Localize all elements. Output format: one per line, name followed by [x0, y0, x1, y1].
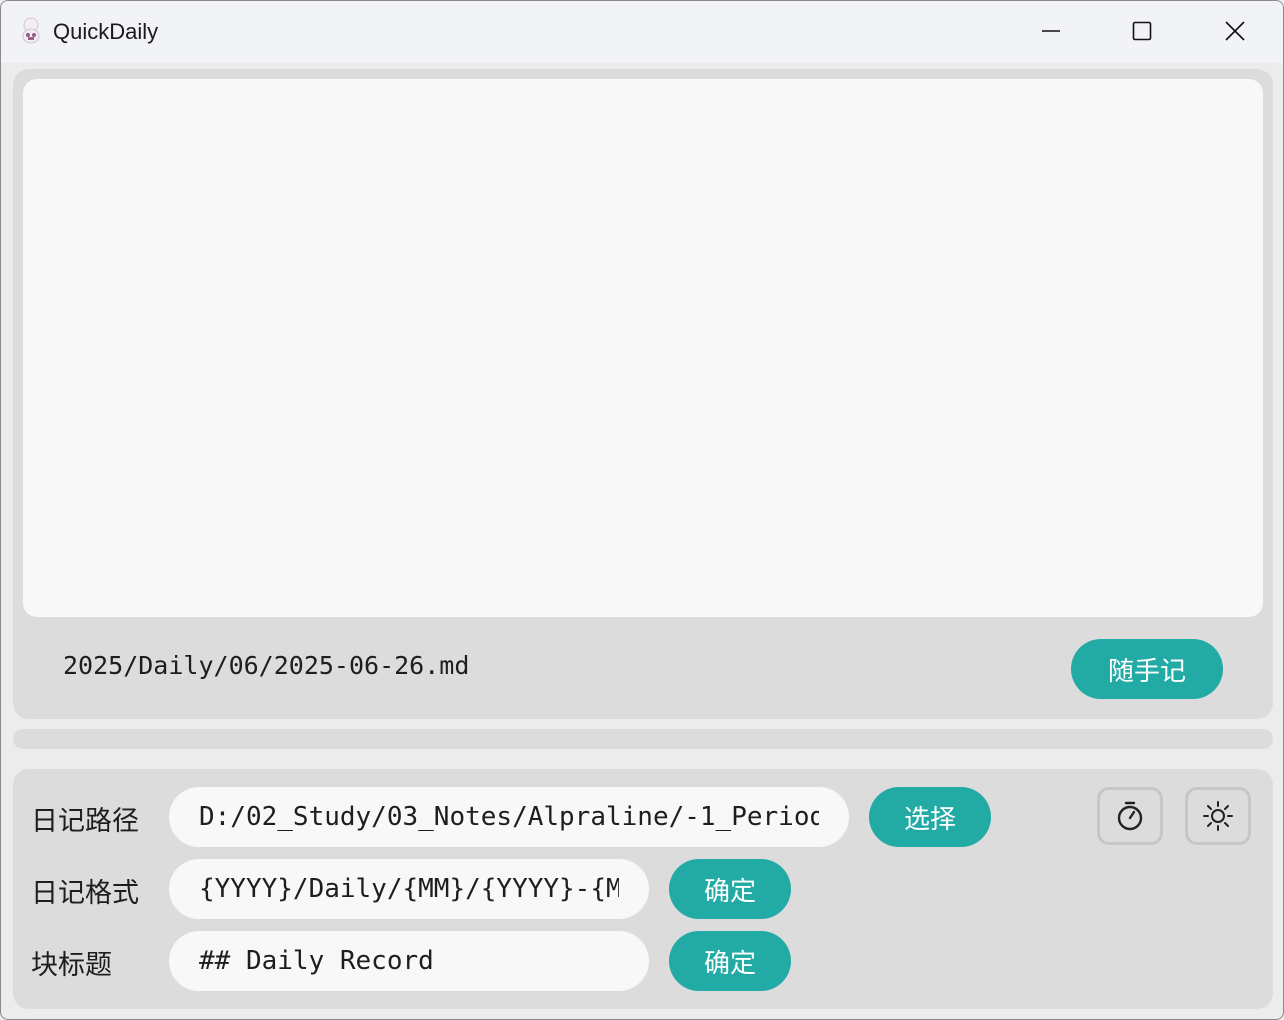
select-path-button[interactable]: 选择	[869, 787, 991, 847]
progress-bar	[13, 729, 1273, 749]
diary-format-value: {YYYY}/Daily/{MM}/{YYYY}-{MM	[199, 874, 619, 904]
current-file-path: 2025/Daily/06/2025-06-26.md	[63, 651, 470, 680]
minimize-icon	[1042, 30, 1060, 32]
block-title-value: ## Daily Record	[199, 946, 434, 976]
app-logo-icon	[22, 17, 40, 44]
theme-toggle-button[interactable]	[1185, 787, 1251, 845]
minimize-button[interactable]	[1028, 11, 1074, 51]
window-title: QuickDaily	[53, 19, 159, 44]
title-bar[interactable]: QuickDaily	[1, 1, 1283, 63]
note-editor[interactable]	[23, 79, 1263, 617]
diary-path-input[interactable]: D:/02_Study/03_Notes/Alpraline/-1_Period…	[169, 787, 849, 847]
quick-note-button[interactable]: 随手记	[1071, 639, 1223, 699]
close-button[interactable]	[1212, 11, 1258, 51]
stopwatch-icon	[1117, 801, 1143, 831]
maximize-button[interactable]	[1119, 11, 1165, 51]
close-icon	[1225, 21, 1245, 41]
block-title-label: 块标题	[31, 950, 112, 981]
diary-format-input[interactable]: {YYYY}/Daily/{MM}/{YYYY}-{MM	[169, 859, 649, 919]
diary-path-value: D:/02_Study/03_Notes/Alpraline/-1_Period…	[199, 802, 819, 832]
maximize-icon	[1132, 21, 1152, 41]
app-window: QuickDaily 2025/Daily/06/2025-06-26.md 随…	[0, 0, 1284, 1020]
diary-format-label: 日记格式	[31, 878, 139, 909]
block-title-input[interactable]: ## Daily Record	[169, 931, 649, 991]
timer-button[interactable]	[1097, 787, 1163, 845]
format-confirm-button[interactable]: 确定	[669, 859, 791, 919]
settings-panel: 日记路径 D:/02_Study/03_Notes/Alpraline/-1_P…	[13, 769, 1273, 1009]
sun-icon	[1203, 801, 1233, 831]
diary-path-label: 日记路径	[31, 806, 139, 837]
block-confirm-button[interactable]: 确定	[669, 931, 791, 991]
editor-panel: 2025/Daily/06/2025-06-26.md 随手记	[13, 69, 1273, 719]
